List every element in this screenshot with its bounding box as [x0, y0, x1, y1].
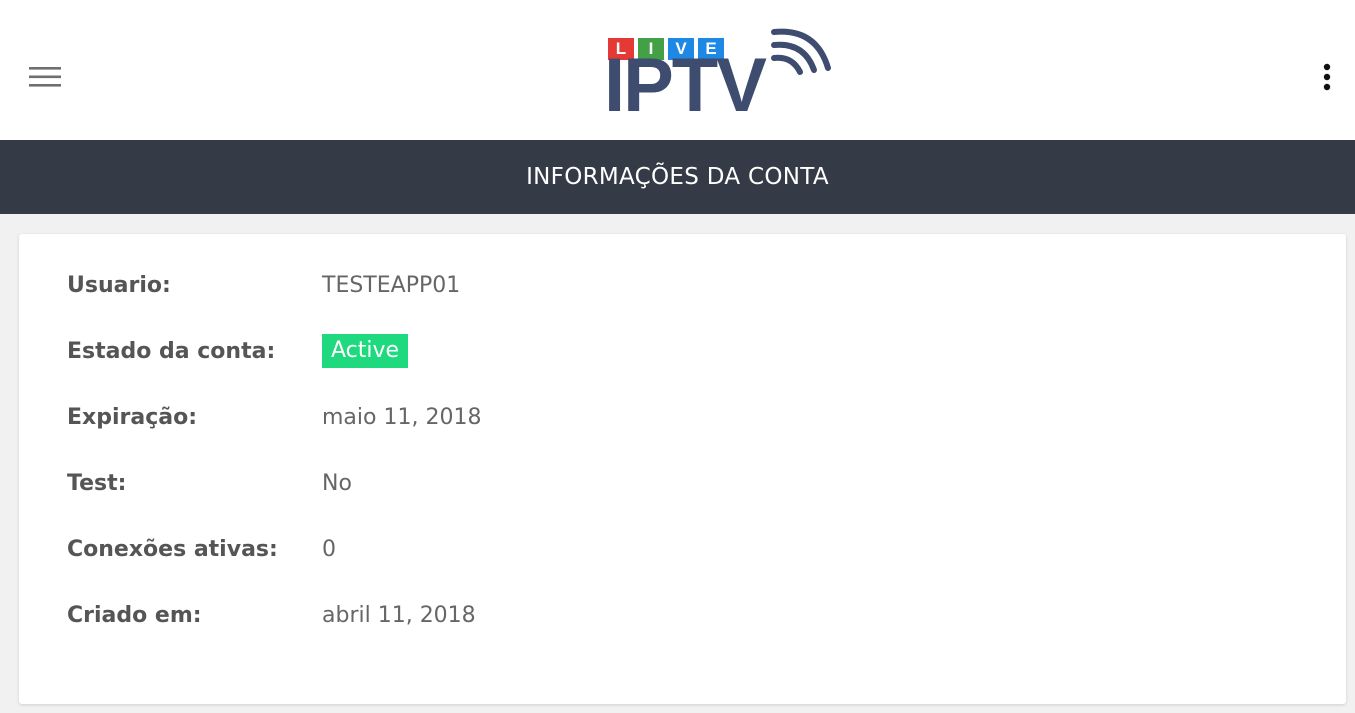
info-row-account-status: Estado da conta: Active [67, 331, 1307, 371]
username-label: Usuario: [67, 272, 171, 298]
more-vertical-icon [1323, 63, 1331, 91]
broadcast-waves-icon [771, 28, 831, 75]
hamburger-menu-icon [29, 67, 61, 87]
test-value: No [322, 470, 352, 496]
section-title-bar: INFORMAÇÕES DA CONTA [0, 140, 1355, 214]
created-value: abril 11, 2018 [322, 602, 476, 628]
info-row-expiration: Expiração: maio 11, 2018 [67, 397, 1307, 437]
live-iptv-logo: L I V E IPTV [600, 26, 835, 124]
test-label: Test: [67, 470, 127, 496]
account-status-label: Estado da conta: [67, 338, 276, 364]
username-value: TESTEAPP01 [322, 272, 461, 298]
app-bar: L I V E IPTV [0, 0, 1355, 140]
page-title: INFORMAÇÕES DA CONTA [526, 164, 829, 190]
active-connections-label: Conexões ativas: [67, 536, 278, 562]
info-row-test: Test: No [67, 463, 1307, 503]
created-label: Criado em: [67, 602, 202, 628]
active-connections-value: 0 [322, 536, 336, 562]
logo-iptv-text: IPTV [604, 43, 767, 128]
account-info-card: Usuario: TESTEAPP01 Estado da conta: Act… [19, 234, 1346, 704]
expiration-label: Expiração: [67, 404, 198, 430]
status-badge: Active [322, 334, 409, 368]
info-row-active-connections: Conexões ativas: 0 [67, 529, 1307, 569]
more-options-button[interactable] [1306, 56, 1348, 98]
info-row-username: Usuario: TESTEAPP01 [67, 265, 1307, 305]
menu-button[interactable] [24, 56, 66, 98]
expiration-value: maio 11, 2018 [322, 404, 482, 430]
info-row-created: Criado em: abril 11, 2018 [67, 595, 1307, 635]
